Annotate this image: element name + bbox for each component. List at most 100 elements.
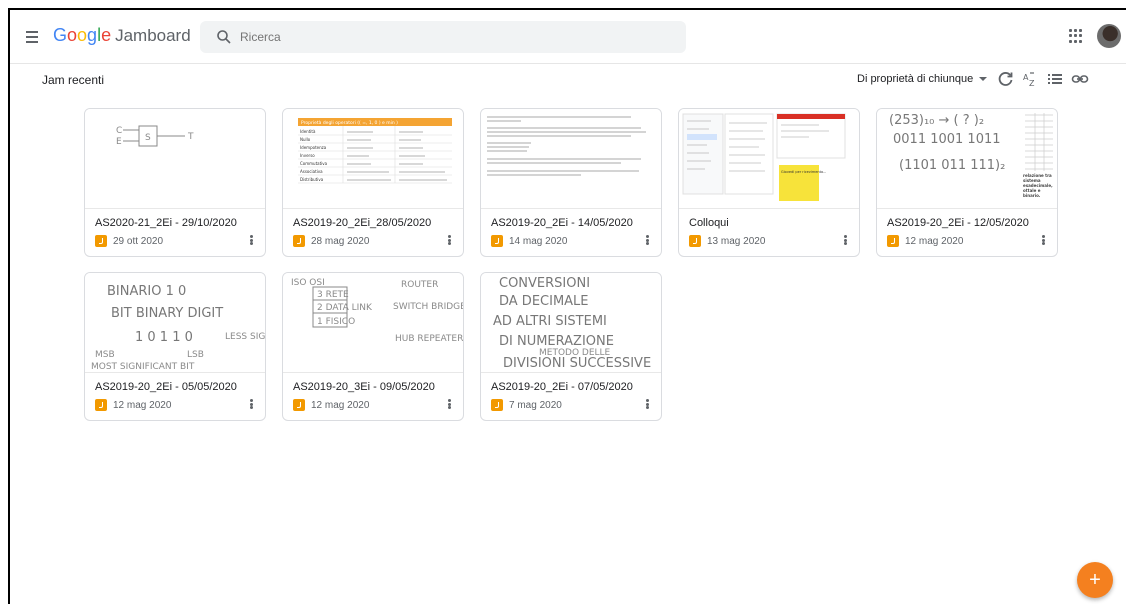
thumb-text: BINARIO 1 0: [107, 284, 186, 299]
jamboard-file-icon: [689, 235, 701, 247]
thumb-text: 3 RETE: [317, 290, 349, 300]
jam-thumbnail: [481, 109, 661, 209]
link-icon[interactable]: [1071, 70, 1089, 88]
svg-text:Z: Z: [1029, 79, 1035, 88]
jam-thumbnail: (253)₁₀ → ( ? )₂ 0011 1001 1011 (1101 01…: [877, 109, 1057, 209]
jamboard-file-icon: [887, 235, 899, 247]
search-bar[interactable]: [200, 21, 686, 53]
jamboard-file-icon: [293, 399, 305, 411]
jam-date: 13 mag 2020: [707, 235, 766, 247]
apps-grid-icon[interactable]: [1069, 29, 1083, 43]
thumb-text: Idempotenza: [300, 145, 327, 150]
thumb-text: LSB: [187, 350, 204, 360]
caret-down-icon: [979, 77, 988, 81]
thumb-text: 0011 1001 1011: [893, 132, 1001, 147]
thumb-text: DA DECIMALE: [499, 294, 589, 309]
jam-meta: 12 mag 2020: [887, 235, 963, 247]
avatar[interactable]: [1097, 24, 1121, 48]
top-bar: Google Jamboard: [10, 10, 1126, 64]
sort-az-icon[interactable]: A Z: [1022, 70, 1040, 88]
thumb-text: Distributiva: [300, 177, 324, 182]
jam-card[interactable]: (253)₁₀ → ( ? )₂ 0011 1001 1011 (1101 01…: [876, 108, 1058, 257]
more-vert-icon[interactable]: [839, 233, 851, 247]
jamboard-file-icon: [491, 399, 503, 411]
jam-title: AS2019-20_3Ei - 09/05/2020: [293, 381, 435, 393]
jamboard-file-icon: [293, 235, 305, 247]
search-input[interactable]: [240, 21, 660, 53]
owner-filter-dropdown[interactable]: Di proprietà di chiunque: [857, 73, 988, 85]
jam-meta: 7 mag 2020: [491, 399, 562, 411]
jam-card[interactable]: C E S T AS2020-21_2Ei - 29/10/2020 29 ot…: [84, 108, 266, 257]
thumb-text: Proprietà degli operatori (( =, 1, 0 ) e…: [301, 119, 398, 126]
thumb-text: Associativa: [300, 169, 323, 174]
jam-title: AS2019-20_2Ei_28/05/2020: [293, 217, 432, 229]
jam-title: AS2019-20_2Ei - 12/05/2020: [887, 217, 1029, 229]
thumb-text: MSB: [95, 350, 115, 360]
jamboard-file-icon: [95, 399, 107, 411]
thumb-text: CONVERSIONI: [499, 276, 590, 291]
thumb-text: (1101 011 111)₂: [899, 158, 1005, 173]
jam-title: AS2019-20_2Ei - 05/05/2020: [95, 381, 237, 393]
list-view-icon[interactable]: [1046, 70, 1064, 88]
jam-meta: 12 mag 2020: [95, 399, 171, 411]
jam-date: 12 mag 2020: [113, 399, 172, 411]
thumb-text: ROUTER: [401, 280, 438, 290]
section-title: Jam recenti: [42, 73, 105, 87]
jam-card[interactable]: BINARIO 1 0 BIT BINARY DIGIT 1 0 1 1 0 M…: [84, 272, 266, 421]
refresh-icon[interactable]: [997, 70, 1015, 88]
thumb-text: 1 0 1 1 0: [135, 330, 193, 345]
jam-date: 12 mag 2020: [905, 235, 964, 247]
app-frame: Google Jamboard Jam recenti Di proprietà…: [8, 8, 1126, 604]
jam-meta: 28 mag 2020: [293, 235, 369, 247]
jam-thumbnail: CONVERSIONI DA DECIMALE AD ALTRI SISTEMI…: [481, 273, 661, 373]
jamboard-file-icon: [95, 235, 107, 247]
jam-meta: 12 mag 2020: [293, 399, 369, 411]
search-icon[interactable]: [216, 29, 232, 45]
more-vert-icon[interactable]: [245, 397, 257, 411]
jam-card[interactable]: Giovedì per ricevimento... Colloqui 13 m…: [678, 108, 860, 257]
jam-date: 14 mag 2020: [509, 235, 568, 247]
app-logo[interactable]: Google Jamboard: [53, 25, 191, 46]
thumb-text: SWITCH BRIDGE: [393, 302, 463, 312]
thumb-text: E: [116, 137, 122, 147]
thumb-text: LESS SIGN BIT: [225, 332, 265, 342]
more-vert-icon[interactable]: [443, 233, 455, 247]
thumb-text: (253)₁₀ → ( ? )₂: [889, 113, 984, 128]
jam-title: AS2019-20_2Ei - 14/05/2020: [491, 217, 633, 229]
more-vert-icon[interactable]: [245, 233, 257, 247]
jam-thumbnail: C E S T: [85, 109, 265, 209]
thumb-text: BIT BINARY DIGIT: [111, 306, 223, 321]
jam-meta: 29 ott 2020: [95, 235, 163, 247]
thumb-text: Inverso: [300, 153, 315, 158]
thumb-text: AD ALTRI SISTEMI: [493, 314, 607, 329]
jam-date: 29 ott 2020: [113, 235, 164, 247]
thumb-text: Nullo: [300, 137, 311, 142]
more-vert-icon[interactable]: [641, 233, 653, 247]
jam-date: 28 mag 2020: [311, 235, 370, 247]
jam-date: 12 mag 2020: [311, 399, 370, 411]
jam-card[interactable]: Proprietà degli operatori (( =, 1, 0 ) e…: [282, 108, 464, 257]
jam-card[interactable]: CONVERSIONI DA DECIMALE AD ALTRI SISTEMI…: [480, 272, 662, 421]
more-vert-icon[interactable]: [443, 397, 455, 411]
more-vert-icon[interactable]: [1037, 233, 1049, 247]
jamboard-file-icon: [491, 235, 503, 247]
owner-filter-label: Di proprietà di chiunque: [857, 73, 974, 85]
thumb-text: MOST SIGNIFICANT BIT: [91, 362, 195, 372]
thumb-text: Identità: [300, 129, 316, 134]
thumb-text: 2 DATA LINK: [317, 303, 373, 313]
jam-thumbnail: Giovedì per ricevimento...: [679, 109, 859, 209]
jam-card[interactable]: ISO OSI 3 RETE 2 DATA LINK 1 FISICO ROUT…: [282, 272, 464, 421]
menu-icon[interactable]: [24, 27, 44, 47]
thumb-text: DI NUMERAZIONE: [499, 334, 614, 349]
thumb-text: relazione tra sistema esadecimale, ottal…: [1023, 173, 1053, 198]
add-icon[interactable]: +: [1077, 562, 1113, 598]
jam-date: 7 mag 2020: [509, 399, 562, 411]
thumb-text: Giovedì per ricevimento...: [781, 170, 826, 174]
product-name: Jamboard: [115, 26, 191, 45]
jam-title: Colloqui: [689, 217, 729, 229]
jam-card[interactable]: AS2019-20_2Ei - 14/05/2020 14 mag 2020: [480, 108, 662, 257]
more-vert-icon[interactable]: [641, 397, 653, 411]
thumb-text: S: [145, 133, 151, 143]
thumb-text: C: [116, 126, 122, 136]
jam-thumbnail: BINARIO 1 0 BIT BINARY DIGIT 1 0 1 1 0 M…: [85, 273, 265, 373]
